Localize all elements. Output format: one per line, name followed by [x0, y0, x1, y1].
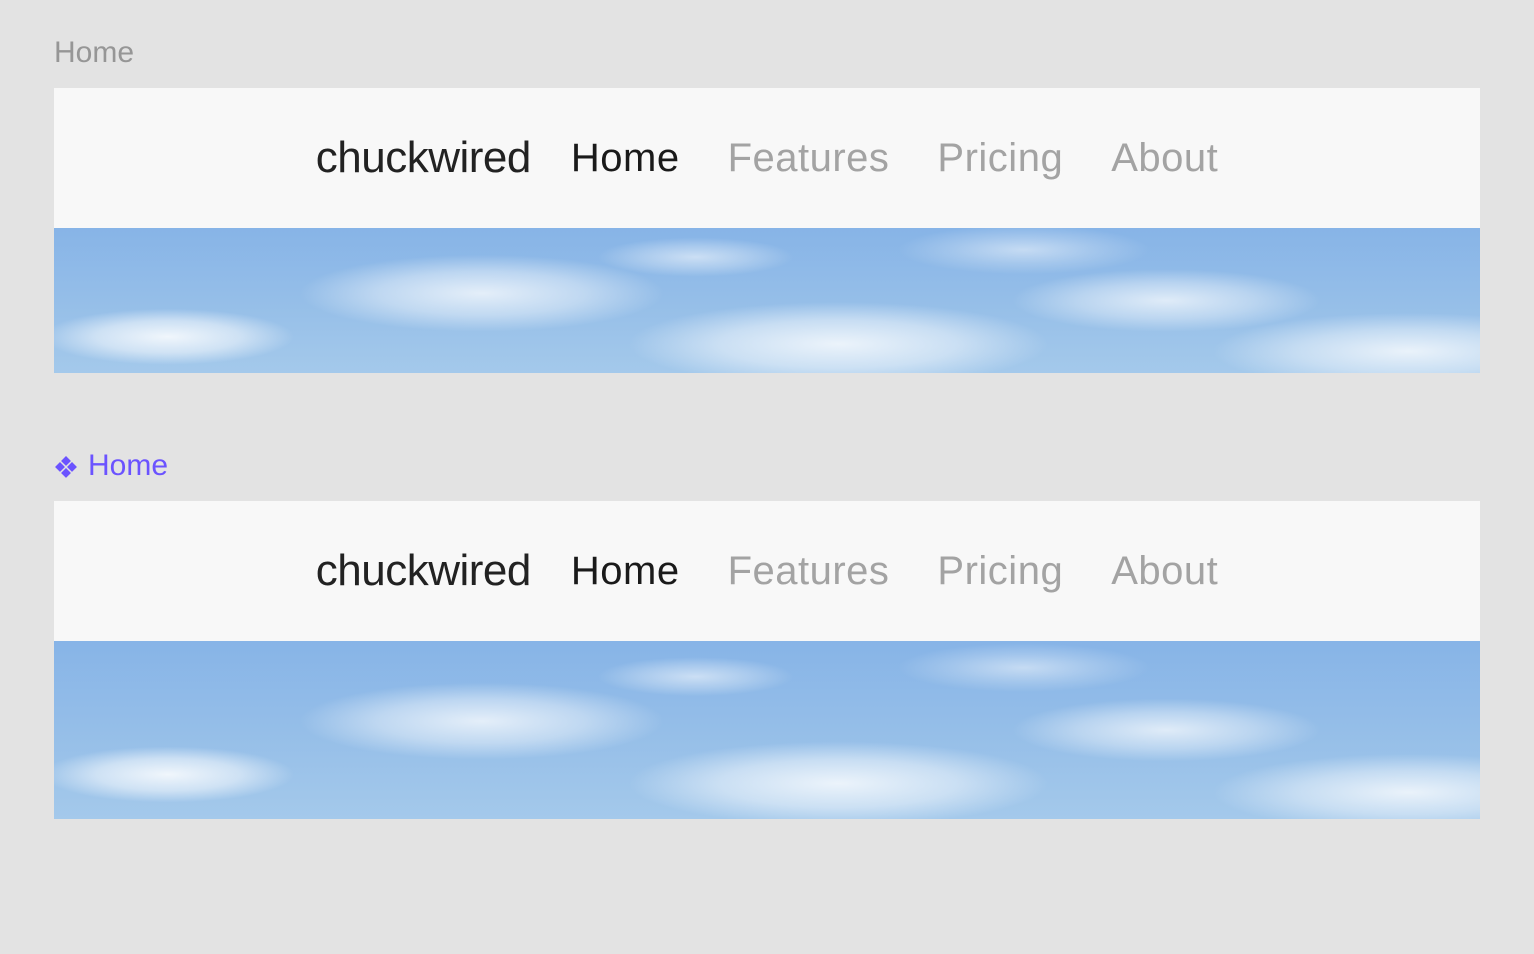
cloud-decoration: [54, 228, 1480, 373]
nav-link-about[interactable]: About: [1111, 136, 1218, 181]
component-label-text: Home: [88, 449, 168, 483]
navbar: chuckwired Home Features Pricing About: [54, 88, 1480, 228]
component-label[interactable]: Home: [54, 449, 1480, 483]
nav-link-about[interactable]: About: [1111, 549, 1218, 594]
nav-link-pricing[interactable]: Pricing: [937, 136, 1063, 181]
nav-link-pricing[interactable]: Pricing: [937, 549, 1063, 594]
nav-links: Home Features Pricing About: [571, 549, 1218, 594]
preview-card: chuckwired Home Features Pricing About: [54, 88, 1480, 373]
hero-image: [54, 641, 1480, 819]
cloud-decoration: [54, 641, 1480, 819]
nav-link-home[interactable]: Home: [571, 549, 680, 594]
navbar-inner: chuckwired Home Features Pricing About: [316, 546, 1218, 596]
navbar: chuckwired Home Features Pricing About: [54, 501, 1480, 641]
example-component-home: Home chuckwired Home Features Pricing Ab…: [54, 449, 1480, 819]
brand-logo[interactable]: chuckwired: [316, 546, 531, 596]
nav-links: Home Features Pricing About: [571, 136, 1218, 181]
navbar-inner: chuckwired Home Features Pricing About: [316, 133, 1218, 183]
preview-card: chuckwired Home Features Pricing About: [54, 501, 1480, 819]
hero-image: [54, 228, 1480, 373]
frame-label[interactable]: Home: [54, 36, 1480, 70]
brand-logo[interactable]: chuckwired: [316, 133, 531, 183]
nav-link-home[interactable]: Home: [571, 136, 680, 181]
component-icon: [54, 454, 78, 478]
frame-label-text: Home: [54, 36, 134, 70]
nav-link-features[interactable]: Features: [728, 549, 890, 594]
example-frame-home: Home chuckwired Home Features Pricing Ab…: [54, 36, 1480, 373]
nav-link-features[interactable]: Features: [728, 136, 890, 181]
